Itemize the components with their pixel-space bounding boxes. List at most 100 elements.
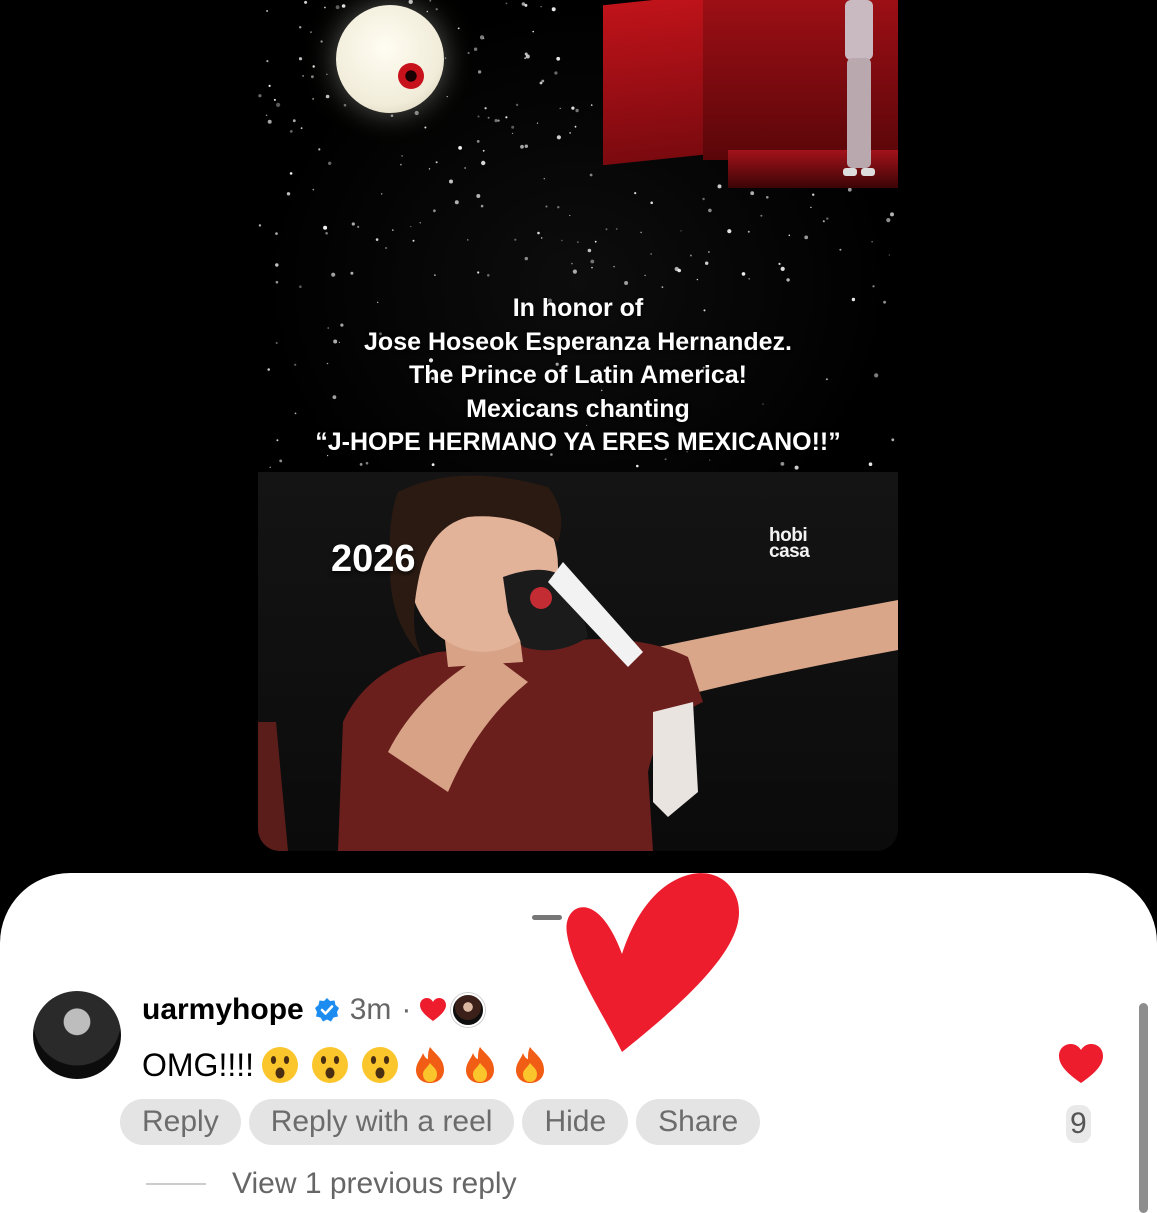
avatar[interactable] [33, 991, 121, 1079]
audience-light [299, 285, 302, 289]
audience-light [537, 231, 540, 235]
audience-light [428, 168, 431, 170]
audience-light [540, 6, 542, 8]
audience-light [433, 209, 436, 213]
audience-light [258, 224, 262, 227]
audience-light [419, 222, 421, 224]
audience-light [304, 0, 308, 4]
audience-light [888, 254, 890, 256]
audience-light [680, 230, 682, 232]
audience-light [424, 126, 427, 129]
audience-light [298, 57, 303, 61]
audience-light [477, 271, 480, 274]
drawn-heart-annotation-icon [566, 873, 739, 1052]
like-heart-icon[interactable] [1058, 1043, 1104, 1085]
audience-light [444, 57, 447, 59]
audience-light [311, 75, 314, 79]
audience-light [561, 239, 563, 242]
audience-light [532, 30, 534, 33]
audience-light [312, 188, 315, 191]
audience-light [325, 232, 328, 235]
reply-with-reel-button[interactable]: Reply with a reel [248, 1099, 515, 1145]
audience-light [760, 214, 763, 217]
audience-light [302, 75, 304, 77]
comment-username[interactable]: uarmyhope [142, 993, 304, 1027]
audience-light [385, 246, 388, 250]
audience-light [335, 5, 340, 10]
audience-light [826, 217, 829, 220]
audience-light [275, 232, 278, 235]
astonished-face-emoji-icon [312, 1047, 348, 1083]
audience-light [464, 167, 466, 169]
audience-light [341, 4, 346, 8]
audience-light [426, 10, 429, 13]
audience-light [328, 161, 332, 165]
audience-light [624, 281, 629, 285]
audience-light [541, 237, 543, 239]
audience-light [524, 256, 528, 261]
audience-light [434, 274, 436, 276]
scrollbar[interactable] [1139, 1003, 1148, 1213]
audience-light [359, 463, 363, 466]
caption-line: Mexicans chanting [466, 394, 690, 423]
audience-light [689, 254, 692, 257]
video-caption: In honor of Jose Hoseok Esperanza Hernan… [258, 292, 898, 460]
audience-light [480, 204, 484, 208]
audience-light [449, 179, 453, 184]
reply-thread-line [146, 1183, 206, 1185]
audience-light [574, 125, 577, 128]
audience-light [511, 125, 515, 129]
audience-light [590, 259, 595, 264]
audience-light [590, 104, 593, 106]
audience-light [310, 31, 312, 33]
audience-light [400, 163, 402, 166]
creator-heart-icon [420, 998, 447, 1021]
audience-light [300, 127, 303, 129]
reply-button[interactable]: Reply [120, 1099, 241, 1145]
audience-light [505, 116, 508, 119]
audience-light [320, 40, 323, 43]
audience-light [265, 114, 268, 117]
audience-light [324, 6, 326, 9]
comment-actions: Reply Reply with a reel Hide Share [120, 1099, 761, 1145]
red-stage-wall [603, 0, 703, 166]
view-replies-link[interactable]: View 1 previous reply [146, 1167, 517, 1201]
audience-light [748, 278, 750, 280]
audience-light [331, 272, 336, 277]
audience-light [375, 238, 379, 241]
audience-light [401, 155, 403, 157]
audience-light [481, 160, 486, 166]
audience-light [457, 27, 460, 30]
audience-light [569, 132, 571, 134]
audience-light [786, 278, 790, 282]
audience-light [543, 178, 545, 180]
audience-light [822, 220, 825, 223]
fire-emoji-icon [516, 1047, 544, 1083]
audience-light [505, 2, 508, 5]
audience-light [467, 51, 470, 55]
audience-light [477, 70, 482, 74]
hide-button[interactable]: Hide [522, 1099, 629, 1145]
audience-light [634, 192, 637, 195]
audience-light [750, 191, 755, 196]
audience-light [605, 228, 608, 231]
audience-light [591, 266, 593, 269]
video-card[interactable]: In honor of Jose Hoseok Esperanza Hernan… [258, 0, 898, 851]
audience-light [650, 253, 652, 255]
audience-light [872, 285, 875, 288]
fire-emoji-icon [416, 1047, 444, 1083]
sheet-drag-handle[interactable] [532, 915, 562, 920]
audience-light [273, 98, 276, 101]
audience-light [539, 81, 543, 85]
share-button[interactable]: Share [636, 1099, 761, 1145]
audience-light [644, 274, 646, 277]
audience-light [494, 119, 498, 123]
audience-light [708, 251, 710, 253]
view-replies-label: View 1 previous reply [232, 1167, 517, 1200]
audience-light [705, 261, 709, 265]
comment-text: OMG!!!! [142, 1046, 254, 1083]
audience-light [292, 119, 296, 123]
moon-eye [398, 63, 424, 89]
audience-light [650, 201, 653, 205]
verified-badge-icon [314, 998, 339, 1022]
